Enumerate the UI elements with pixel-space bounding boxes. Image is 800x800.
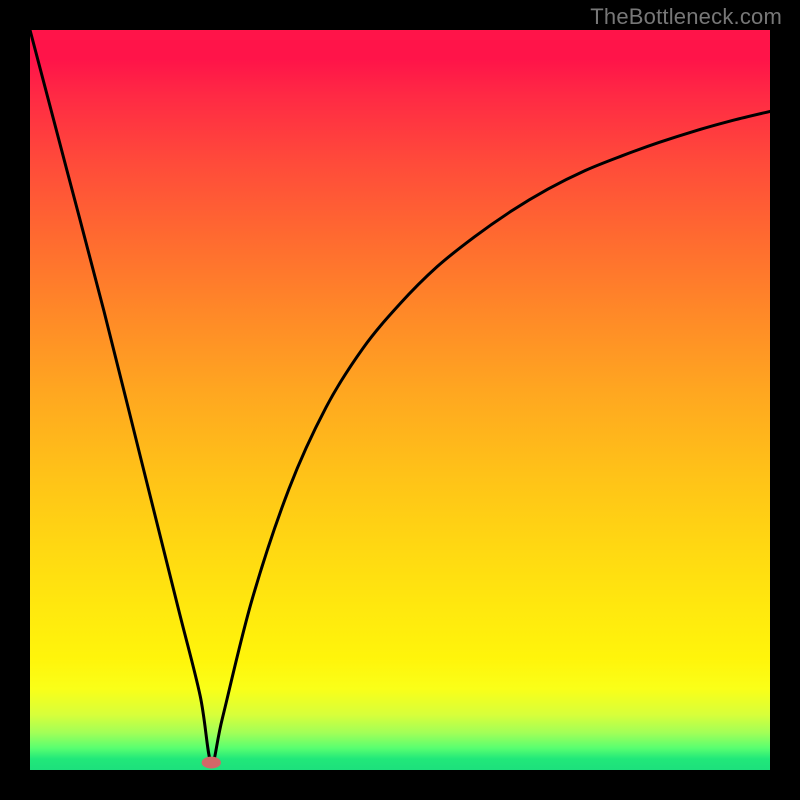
watermark-text: TheBottleneck.com [590,4,782,30]
chart-frame: TheBottleneck.com [0,0,800,800]
curve-layer [30,30,770,770]
plot-area [30,30,770,770]
minimum-marker [202,757,221,769]
bottleneck-curve [30,30,770,763]
